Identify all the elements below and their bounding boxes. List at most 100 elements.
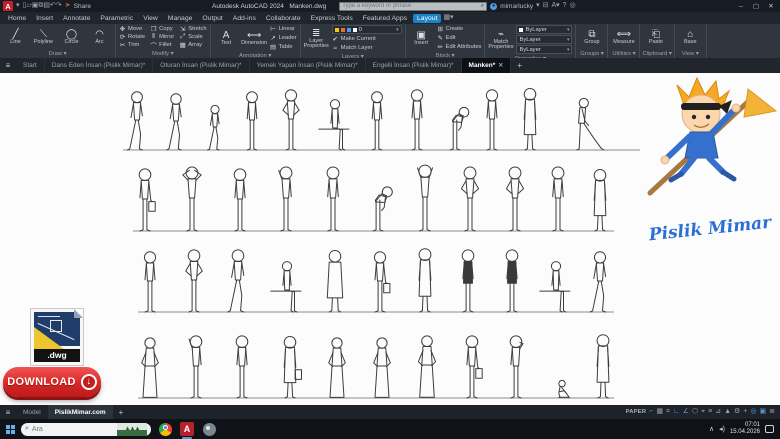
autocad-logo-icon[interactable]: A [3, 1, 13, 11]
layout-menu-icon[interactable]: ≡ [0, 408, 16, 417]
file-tab-dans-eden-i-nsan-pislik-mimar-[interactable]: Dans Eden İnsan (Pislik Mimar)* [45, 58, 154, 73]
chrome-taskbar-icon[interactable] [157, 421, 173, 437]
ribbon-button-base[interactable]: ⌂Base [678, 29, 703, 46]
volume-icon[interactable]: ◂) [719, 425, 725, 433]
ortho-icon[interactable]: ∟ [673, 407, 680, 417]
search-icon[interactable]: ⌕ [481, 3, 484, 10]
ribbon-button-scale[interactable]: ⤢Scale [179, 33, 206, 41]
ribbon-button-trim[interactable]: ✂Trim [119, 41, 145, 49]
tab-close-icon[interactable]: ✕ [498, 62, 503, 69]
workspace-gear-icon[interactable]: ⚙ [734, 407, 740, 417]
dynamic-ucs-icon[interactable]: ⊿ [715, 407, 721, 417]
drawing-canvas[interactable]: Pislik Mimar [0, 73, 780, 405]
user-avatar-icon[interactable]: ● [490, 3, 497, 10]
maximize-button[interactable]: ▢ [750, 2, 762, 10]
panel-label-view[interactable]: View ▾ [675, 50, 706, 58]
ribbon-button-polyline[interactable]: ⟍Polyline [31, 29, 56, 46]
snap-icon[interactable]: ⌗ [666, 407, 670, 417]
search-highlight-thumbnail[interactable]: ▲▲▲ [117, 423, 147, 436]
polar-tracking-icon[interactable]: ∠ [683, 407, 689, 417]
new-drawing-tab-button[interactable]: + [511, 61, 528, 70]
share-button[interactable]: Share [74, 3, 91, 10]
ribbon-button-insert[interactable]: ▣Insert [409, 30, 434, 47]
file-tabs-menu-icon[interactable]: ≡ [0, 61, 16, 70]
help-search-box[interactable]: ⌕ [339, 2, 487, 11]
ribbon-tab-output[interactable]: Output [198, 14, 226, 23]
graphics-icon[interactable]: ▣ [760, 407, 767, 417]
file-tab-manken-[interactable]: Manken*✕ [462, 58, 512, 73]
linetype-dropdown[interactable]: ByLayer▾ [516, 45, 572, 54]
plus-icon[interactable]: + [743, 407, 747, 417]
ribbon-button-fillet[interactable]: ⌒Fillet [150, 41, 174, 49]
ribbon-button-edit[interactable]: ✎Edit [437, 34, 482, 42]
ribbon-button-dimension[interactable]: ⟷Dimension [242, 30, 267, 47]
ribbon-button-layer-properties[interactable]: ≣Layer Properties [304, 28, 329, 50]
minimize-button[interactable]: – [735, 3, 747, 10]
ribbon-button-stretch[interactable]: ⇲Stretch [179, 25, 206, 33]
app-menu-caret-icon[interactable]: ▾ [16, 1, 20, 11]
username[interactable]: mimarlucky [500, 3, 533, 10]
isodraft-icon[interactable]: ⬡ [692, 407, 698, 417]
ribbon-options-icon[interactable]: ▦▾ [443, 13, 453, 23]
help-icon[interactable]: ? [563, 1, 567, 11]
user-caret-icon[interactable]: ▾ [536, 1, 540, 11]
ribbon-tab-view[interactable]: View [139, 14, 162, 23]
color-dropdown[interactable]: ByLayer▾ [516, 25, 572, 34]
taskbar-search-input[interactable] [32, 426, 114, 433]
taskbar-clock[interactable]: 07:01 15.04.2026 [730, 422, 760, 436]
ribbon-button-copy[interactable]: ❐Copy [150, 25, 174, 33]
ribbon-button-arc[interactable]: ◠Arc [87, 29, 112, 46]
ribbon-button-line[interactable]: ╱Line [3, 29, 28, 46]
ribbon-button-linear[interactable]: ⊢Linear [270, 25, 297, 33]
panel-label-draw[interactable]: Draw ▾ [0, 50, 115, 58]
ribbon-button-array[interactable]: ▦Array [179, 41, 206, 49]
linetype-dropdown[interactable]: ByLayer▾ [516, 35, 572, 44]
file-tab-engelli-i-nsan-pislik-mimar-[interactable]: Engelli İnsan (Pislik Mimar)* [366, 58, 462, 73]
ribbon-button-move[interactable]: ✥Move [119, 25, 145, 33]
ribbon-button-create[interactable]: ⊞Create [437, 25, 482, 33]
share-icon[interactable]: ➤ [65, 1, 71, 11]
lineweight-icon[interactable]: ≡ [708, 407, 712, 417]
new-layout-button[interactable]: + [113, 408, 130, 417]
ribbon-button-make-current[interactable]: ✔Make Current [332, 35, 402, 43]
app-store-icon[interactable]: ⊟ [543, 1, 549, 11]
ribbon-button-rotate[interactable]: ⟳Rotate [119, 33, 145, 41]
ribbon-tab-manage[interactable]: Manage [164, 14, 197, 23]
ribbon-tab-express-tools[interactable]: Express Tools [307, 14, 357, 23]
ribbon-button-edit-attributes[interactable]: ✏Edit Attributes [437, 43, 482, 51]
autodesk-account-icon[interactable]: A▾ [551, 1, 559, 11]
ribbon-button-table[interactable]: ▤Table [270, 43, 297, 51]
file-tab-oturan-i-nsan-pislik-mimar-[interactable]: Oturan İnsan (Pislik Mimar)* [153, 58, 249, 73]
ribbon-button-leader[interactable]: ↗Leader [270, 34, 297, 42]
start-button-icon[interactable] [6, 425, 15, 434]
app-taskbar-icon[interactable] [201, 421, 217, 437]
annotation-scale-icon[interactable]: ▲ [724, 407, 731, 417]
dwg-file-icon[interactable]: .dwg [30, 308, 84, 366]
ribbon-button-match-properties[interactable]: ⌁Match Properties [488, 29, 513, 51]
isolate-icon[interactable]: ◎ [750, 407, 756, 417]
ribbon-tab-parametric[interactable]: Parametric [96, 14, 137, 23]
ribbon-tab-featured-apps[interactable]: Featured Apps [359, 14, 411, 23]
ucs-icon[interactable]: ⌐ [649, 407, 653, 417]
ribbon-tab-home[interactable]: Home [4, 14, 30, 23]
notifications-icon[interactable]: ◎ [570, 1, 576, 11]
panel-label-modify[interactable]: Modify ▾ [116, 50, 210, 58]
layout-tab-pislikmimar-com[interactable]: PislikMimar.com [48, 405, 113, 419]
panel-label-utilities[interactable]: Utilities ▾ [608, 50, 639, 58]
ribbon-tab-insert[interactable]: Insert [32, 14, 57, 23]
taskbar-search-box[interactable]: ⌕ ▲▲▲ [21, 423, 151, 436]
autocad-taskbar-icon[interactable]: A [179, 421, 195, 437]
panel-label-groups[interactable]: Groups ▾ [576, 50, 607, 58]
tray-expand-icon[interactable]: ∧ [709, 425, 714, 433]
close-button[interactable]: ✕ [765, 2, 777, 10]
grid-icon[interactable]: ▦ [656, 407, 663, 417]
ribbon-tab-add-ins[interactable]: Add-ins [229, 14, 260, 23]
ribbon-button-match-layer[interactable]: ≈Match Layer [332, 44, 402, 52]
ribbon-button-group[interactable]: ⧉Group [579, 29, 604, 46]
layer-dropdown[interactable]: 0▾ [332, 25, 402, 34]
panel-label-clipboard[interactable]: Clipboard ▾ [640, 50, 673, 58]
download-button[interactable]: DOWNLOAD ↓ [3, 367, 101, 397]
osnap-icon[interactable]: ⌖ [701, 407, 705, 417]
help-search-input[interactable] [342, 3, 479, 9]
redo-icon[interactable]: ↷ [56, 2, 62, 9]
